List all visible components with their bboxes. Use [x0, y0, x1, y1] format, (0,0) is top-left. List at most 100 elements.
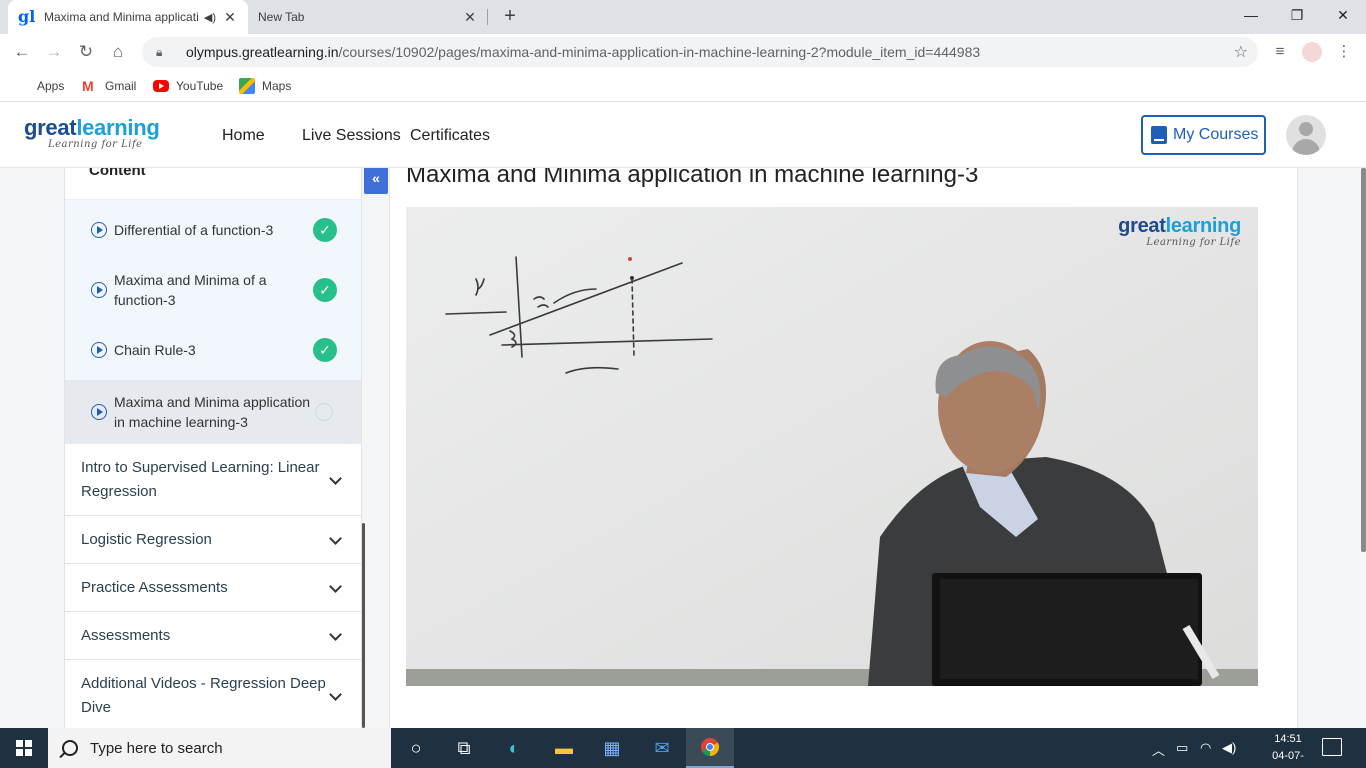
close-tab-icon[interactable]: ✕	[462, 9, 478, 26]
tab-active[interactable]: gl Maxima and Minima application in mach…	[8, 0, 248, 34]
module-label: Practice Assessments	[81, 578, 228, 596]
greatlearning-logo[interactable]: greatlearning Learning for Life	[24, 115, 160, 151]
lesson-list: Differential of a function-3 ✓ Maxima an…	[65, 200, 361, 444]
url-path: /courses/10902/pages/maxima-and-minima-a…	[338, 44, 981, 60]
mail-icon[interactable]: ✉	[638, 728, 686, 768]
lesson-item[interactable]: Chain Rule-3 ✓	[65, 320, 361, 380]
minimize-icon[interactable]: —	[1228, 0, 1274, 30]
site-header: greatlearning Learning for Life Home Liv…	[0, 103, 1366, 168]
play-circle-icon	[91, 222, 107, 238]
back-arrow-icon[interactable]: ←	[10, 40, 34, 64]
clock-time: 14:51	[1274, 733, 1302, 745]
nav-certificates[interactable]: Certificates	[410, 127, 490, 145]
bookmark-apps[interactable]: Apps	[14, 76, 64, 96]
bookmarks-bar: Apps M Gmail YouTube Maps	[0, 70, 1366, 102]
gmail-icon: M	[82, 78, 94, 94]
lesson-label: Maxima and Minima of a function-3	[114, 272, 267, 308]
collapse-sidebar-button[interactable]: «	[364, 168, 388, 194]
lesson-label: Maxima and Minima application in machine…	[114, 394, 311, 430]
chevron-down-icon	[329, 474, 341, 486]
lesson-label: Chain Rule-3	[114, 342, 196, 358]
module-accordion[interactable]: Logistic Regression	[65, 516, 361, 564]
volume-icon[interactable]: ◀)	[1222, 740, 1236, 756]
forward-arrow-icon[interactable]: →	[42, 40, 66, 64]
bookmark-maps[interactable]: Maps	[239, 76, 291, 96]
bookmark-gmail[interactable]: M Gmail	[82, 76, 136, 96]
check-circle-icon: ✓	[313, 218, 337, 242]
search-icon	[62, 740, 78, 756]
restore-icon[interactable]: ❐	[1274, 0, 1320, 30]
module-accordion[interactable]: Additional Videos - Regression Deep Dive	[65, 660, 361, 728]
logo-tagline: Learning for Life	[48, 139, 143, 150]
nav-live-sessions[interactable]: Live Sessions	[302, 127, 401, 145]
cortana-circle-icon[interactable]: ○	[392, 728, 440, 768]
sidebar-scrollbar[interactable]	[362, 523, 365, 728]
file-explorer-icon[interactable]: ▬	[540, 728, 588, 768]
module-accordion[interactable]: Intro to Supervised Learning: Linear Reg…	[65, 444, 361, 516]
chrome-logo-icon	[701, 738, 720, 756]
my-courses-label: My Courses	[1173, 126, 1259, 143]
store-icon[interactable]: ▦	[588, 728, 636, 768]
lesson-item[interactable]: Maxima and Minima of a function-3 ✓	[65, 260, 361, 320]
notification-center-icon[interactable]	[1322, 738, 1342, 756]
window-close-icon[interactable]: ✕	[1320, 0, 1366, 30]
module-label: Additional Videos - Regression Deep Dive	[81, 674, 326, 716]
home-icon[interactable]: ⌂	[106, 40, 130, 64]
lock-icon[interactable]: 🔒︎	[156, 45, 170, 60]
task-view-icon[interactable]: ⧉	[440, 728, 488, 768]
play-circle-icon	[91, 342, 107, 358]
nav-home[interactable]: Home	[222, 127, 265, 145]
close-tab-icon[interactable]: ✕	[222, 9, 238, 26]
address-bar[interactable]: 🔒︎ olympus.greatlearning.in/courses/1090…	[142, 37, 1258, 67]
wifi-icon[interactable]: ◠	[1200, 740, 1211, 756]
speaker-icon[interactable]: ◀)	[204, 11, 216, 24]
video-watermark-logo: greatlearning Learning for Life	[1118, 215, 1241, 248]
taskbar-search-box[interactable]: Type here to search	[48, 728, 391, 768]
tab-separator	[487, 9, 488, 25]
system-clock[interactable]: 14:51 04-07-2020	[1262, 731, 1314, 768]
clock-date: 04-07-2020	[1272, 750, 1304, 768]
lesson-item-active[interactable]: Maxima and Minima application in machine…	[65, 380, 361, 444]
menu-kebab-icon[interactable]: ⋮	[1334, 42, 1354, 62]
lecture-title: Maxima and Minima application in machine…	[406, 168, 979, 188]
lesson-label: Differential of a function-3	[114, 222, 274, 238]
user-avatar[interactable]	[1286, 115, 1326, 155]
page-body: Content Differential of a function-3 ✓ M…	[0, 168, 1366, 728]
windows-logo-icon	[16, 740, 32, 756]
logo-text-great: great	[24, 115, 77, 140]
watermark-text-great: great	[1118, 215, 1166, 237]
play-circle-icon	[91, 282, 107, 298]
windows-taskbar: Type here to search ○ ⧉ ◐ ▬ ▦ ✉ ︿ ▭ ◠ ◀)…	[0, 728, 1366, 768]
chevron-down-icon	[329, 534, 341, 546]
video-player[interactable]: greatlearning Learning for Life	[406, 207, 1258, 686]
reload-icon[interactable]: ↻	[74, 40, 98, 64]
apps-grid-icon	[14, 78, 30, 94]
book-icon	[1151, 126, 1167, 144]
tray-chevron-up-icon[interactable]: ︿	[1152, 740, 1165, 759]
tab-title: Maxima and Minima application in machine…	[44, 10, 198, 24]
check-circle-icon: ✓	[313, 278, 337, 302]
watermark-text-learning: learning	[1165, 215, 1242, 237]
chevron-down-icon	[329, 690, 341, 702]
media-control-icon[interactable]: ≡	[1270, 42, 1290, 62]
chrome-icon[interactable]	[686, 728, 734, 768]
battery-icon[interactable]: ▭	[1176, 740, 1188, 756]
bookmark-youtube[interactable]: YouTube	[153, 76, 223, 96]
start-button[interactable]	[0, 728, 48, 768]
page-scrollbar[interactable]	[1361, 168, 1366, 552]
watermark-tagline: Learning for Life	[1146, 237, 1241, 248]
tab-new-tab[interactable]: New Tab ✕	[248, 0, 488, 34]
module-accordion[interactable]: Practice Assessments	[65, 564, 361, 612]
check-circle-icon: ✓	[313, 338, 337, 362]
profile-avatar-icon[interactable]	[1302, 42, 1322, 62]
bookmark-label: Maps	[262, 79, 292, 93]
new-tab-plus-icon[interactable]: +	[498, 5, 522, 29]
module-accordion[interactable]: Assessments	[65, 612, 361, 660]
edge-icon[interactable]: ◐	[490, 728, 538, 768]
tab-title: New Tab	[258, 10, 305, 24]
lesson-item[interactable]: Differential of a function-3 ✓	[65, 200, 361, 260]
my-courses-button[interactable]: My Courses	[1141, 115, 1266, 155]
bookmark-star-icon[interactable]: ☆	[1234, 42, 1248, 62]
progress-circle-icon	[315, 403, 333, 421]
lecture-content: Maxima and Minima application in machine…	[389, 168, 1298, 728]
